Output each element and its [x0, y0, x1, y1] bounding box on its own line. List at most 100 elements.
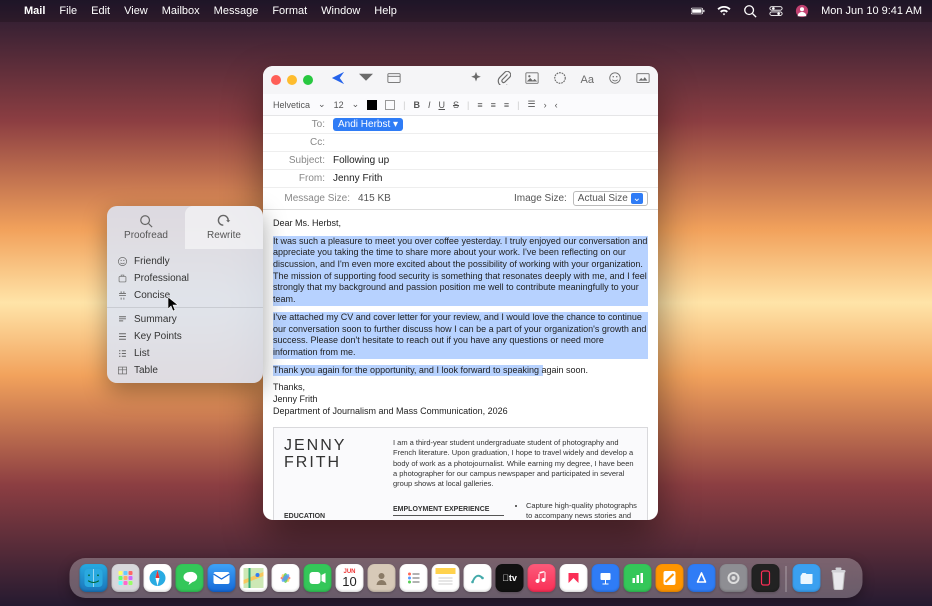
edu-label: EDUCATION	[284, 512, 379, 520]
dock-news[interactable]	[560, 564, 588, 592]
emoji-icon[interactable]	[608, 71, 622, 90]
menubar-app-name[interactable]: Mail	[24, 5, 45, 17]
menu-mailbox[interactable]: Mailbox	[162, 5, 200, 17]
font-size-select[interactable]: 12	[334, 100, 344, 110]
body-sign1: Thanks,	[273, 382, 648, 394]
underline-button[interactable]: U	[438, 100, 445, 110]
dock-numbers[interactable]	[624, 564, 652, 592]
dock-finder[interactable]	[80, 564, 108, 592]
reply-header-icon[interactable]	[387, 71, 401, 90]
attach-icon[interactable]	[497, 71, 511, 90]
to-label: To:	[273, 119, 333, 130]
body-sign2: Jenny Frith	[273, 394, 648, 406]
tab-label: Proofread	[124, 230, 168, 241]
rewrite-option-summary[interactable]: Summary	[107, 307, 263, 328]
menu-view[interactable]: View	[124, 5, 148, 17]
dock-notes[interactable]	[432, 564, 460, 592]
dock-calendar[interactable]: JUN 10	[336, 564, 364, 592]
dock-photos[interactable]	[272, 564, 300, 592]
indent-left-icon[interactable]: ‹	[555, 100, 558, 110]
photo-icon[interactable]	[636, 71, 650, 90]
subject-field[interactable]: Following up	[333, 155, 648, 166]
align-center-icon[interactable]: ≡	[491, 100, 496, 110]
dock-mail[interactable]	[208, 564, 236, 592]
align-right-icon[interactable]: ≡	[504, 100, 509, 110]
chevron-down-icon[interactable]: ⌄	[318, 99, 326, 110]
dock-facetime[interactable]	[304, 564, 332, 592]
format-bar: Helvetica ⌄ 12 ⌄ | B I U S | ≡ ≡ ≡ | ☰ ›…	[263, 94, 658, 116]
menu-help[interactable]: Help	[374, 5, 397, 17]
strike-button[interactable]: S	[453, 100, 459, 110]
rewrite-option-list[interactable]: List	[107, 345, 263, 362]
dock-iphone-mirror[interactable]	[752, 564, 780, 592]
dock-tv[interactable]: tv	[496, 564, 524, 592]
rewrite-option-table[interactable]: Table	[107, 362, 263, 379]
search-icon[interactable]	[743, 4, 757, 18]
to-recipient-pill[interactable]: Andi Herbst ▾	[333, 118, 403, 131]
italic-button[interactable]: I	[428, 100, 431, 110]
clock[interactable]: Mon Jun 10 9:41 AM	[821, 5, 922, 17]
menu-file[interactable]: File	[59, 5, 77, 17]
calendar-day: 10	[342, 575, 356, 588]
dock-reminders[interactable]	[400, 564, 428, 592]
dock-pages[interactable]	[656, 564, 684, 592]
chevron-down-icon[interactable]: ⌄	[352, 99, 360, 110]
dock-safari[interactable]	[144, 564, 172, 592]
battery-icon[interactable]	[691, 4, 705, 18]
menu-format[interactable]: Format	[272, 5, 307, 17]
rewrite-option-friendly[interactable]: Friendly	[107, 253, 263, 270]
wifi-icon[interactable]	[717, 4, 731, 18]
rewrite-option-concise[interactable]: Concise	[107, 287, 263, 304]
bold-button[interactable]: B	[413, 100, 420, 110]
list-icon[interactable]: ☰	[527, 99, 535, 110]
from-field[interactable]: Jenny Frith	[333, 173, 648, 184]
format-icon[interactable]	[553, 71, 567, 90]
message-body[interactable]: Dear Ms. Herbst, It was such a pleasure …	[263, 210, 658, 520]
dock-keynote[interactable]	[592, 564, 620, 592]
indent-right-icon[interactable]: ›	[544, 100, 547, 110]
tab-label: Rewrite	[207, 230, 241, 241]
rewrite-option-professional[interactable]: Professional	[107, 270, 263, 287]
body-greeting: Dear Ms. Herbst,	[273, 218, 648, 230]
tab-proofread[interactable]: Proofread	[107, 206, 185, 249]
dock-settings[interactable]	[720, 564, 748, 592]
dock-trash[interactable]	[825, 564, 853, 592]
img-size-select[interactable]: Actual Size ⌄	[573, 191, 648, 206]
send-icon[interactable]	[331, 71, 345, 90]
text-color-swatch[interactable]	[367, 100, 377, 110]
photo-browser-icon[interactable]	[525, 71, 539, 90]
dock-contacts[interactable]	[368, 564, 396, 592]
dock-downloads[interactable]	[793, 564, 821, 592]
dock-messages[interactable]	[176, 564, 204, 592]
exp-label: EMPLOYMENT EXPERIENCE	[393, 505, 504, 516]
dock: JUN 10 tv	[70, 558, 863, 598]
align-left-icon[interactable]: ≡	[477, 100, 482, 110]
img-size-label: Image Size:	[514, 193, 567, 204]
from-label: From:	[273, 173, 333, 184]
chevron-down-icon[interactable]	[359, 71, 373, 90]
dock-freeform[interactable]	[464, 564, 492, 592]
dock-appstore[interactable]	[688, 564, 716, 592]
attachment-preview[interactable]: JENNY FRITH EDUCATION Expected June 2024…	[273, 427, 648, 520]
control-center-icon[interactable]	[769, 4, 783, 18]
cc-label: Cc:	[273, 137, 333, 148]
minimize-button[interactable]	[287, 75, 297, 85]
rewrite-option-keypoints[interactable]: Key Points	[107, 328, 263, 345]
body-p1: It was such a pleasure to meet you over …	[273, 236, 648, 306]
body-p2: I've attached my CV and cover letter for…	[273, 312, 648, 359]
writing-tools-panel: Proofread Rewrite Friendly Professional …	[107, 206, 263, 383]
bg-color-swatch[interactable]	[385, 100, 395, 110]
menu-edit[interactable]: Edit	[91, 5, 110, 17]
tab-rewrite[interactable]: Rewrite	[185, 206, 263, 249]
menu-message[interactable]: Message	[214, 5, 259, 17]
font-family-select[interactable]: Helvetica	[273, 100, 310, 110]
dock-maps[interactable]	[240, 564, 268, 592]
writing-tools-icon[interactable]	[469, 71, 483, 90]
dock-music[interactable]	[528, 564, 556, 592]
user-icon[interactable]	[795, 4, 809, 18]
close-button[interactable]	[271, 75, 281, 85]
text-style-icon[interactable]: Aa	[581, 74, 594, 86]
dock-launchpad[interactable]	[112, 564, 140, 592]
menu-window[interactable]: Window	[321, 5, 360, 17]
zoom-button[interactable]	[303, 75, 313, 85]
